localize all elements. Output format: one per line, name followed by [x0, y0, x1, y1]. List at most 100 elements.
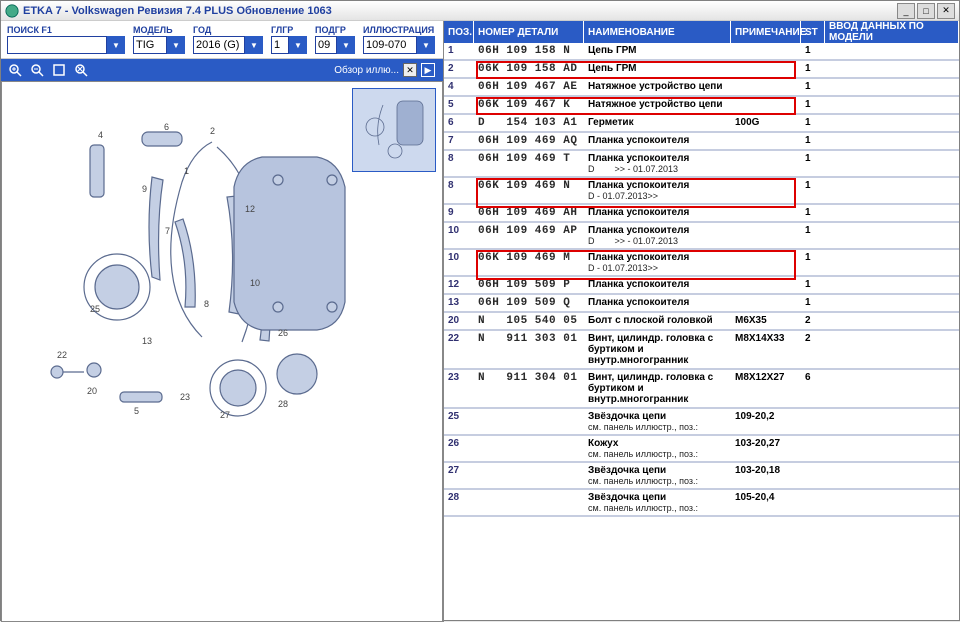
- table-row[interactable]: 28 Звёздочка цеписм. панель иллюстр., поз…: [444, 490, 959, 517]
- table-row[interactable]: 806H 109 469 TПланка успокоителяD >> - 0…: [444, 151, 959, 178]
- app-icon: [5, 4, 19, 18]
- zoom-fit-icon[interactable]: [49, 61, 69, 79]
- table-row[interactable]: 1206H 109 509 PПланка успокоителя1: [444, 277, 959, 295]
- table-row[interactable]: 206K 109 158 ADЦепь ГРМ1: [444, 61, 959, 79]
- cell-part: 06K 109 467 K: [474, 97, 584, 113]
- cell-part: N 911 304 01: [474, 370, 584, 407]
- cell-pos: 1: [444, 43, 474, 59]
- cell-st: 1: [801, 115, 825, 131]
- year-input[interactable]: [193, 36, 245, 54]
- cell-note: [731, 223, 801, 248]
- cell-part: [474, 436, 584, 461]
- search-input[interactable]: [7, 36, 107, 54]
- table-row[interactable]: 706H 109 469 AQПланка успокоителя1: [444, 133, 959, 151]
- table-row[interactable]: 1006K 109 469 MПланка успокоителяD - 01.…: [444, 250, 959, 277]
- cell-model: [825, 370, 959, 407]
- table-row[interactable]: 23N 911 304 01Винт, цилиндр. головка с б…: [444, 370, 959, 409]
- ill-label: ИЛЛЮСТРАЦИЯ: [363, 25, 435, 35]
- cell-name: Винт, цилиндр. головка с буртиком и внут…: [584, 370, 731, 407]
- cell-model: [825, 277, 959, 293]
- zoom-reset-icon[interactable]: [71, 61, 91, 79]
- cell-pos: 13: [444, 295, 474, 311]
- table-row[interactable]: 806K 109 469 NПланка успокоителяD - 01.0…: [444, 178, 959, 205]
- header-st[interactable]: ST: [801, 21, 825, 43]
- cell-model: [825, 250, 959, 275]
- diagram-view[interactable]: 26 41 97 1225 2220 523 2728 2610 813: [1, 81, 443, 622]
- year-dropdown-button[interactable]: ▼: [245, 36, 263, 54]
- minimize-button[interactable]: _: [897, 3, 915, 19]
- cell-name: Планка успокоителяD >> - 01.07.2013: [584, 151, 731, 176]
- podgr-input[interactable]: [315, 36, 337, 54]
- cell-name: Кожухсм. панель иллюстр., поз.:: [584, 436, 731, 461]
- cell-part: 06K 109 469 M: [474, 250, 584, 275]
- filter-bar: ПОИСК F1 ▼ МОДЕЛЬ ▼ ГОД ▼ ГЛГР ▼ ПОДГР ▼…: [1, 21, 443, 59]
- cell-st: 6: [801, 370, 825, 407]
- cell-name: Планка успокоителя: [584, 277, 731, 293]
- cell-pos: 8: [444, 151, 474, 176]
- table-row[interactable]: 6D 154 103 A1Герметик100G1: [444, 115, 959, 133]
- cell-name: Винт, цилиндр. головка с буртиком и внут…: [584, 331, 731, 368]
- cell-note: M6X35: [731, 313, 801, 329]
- header-note[interactable]: ПРИМЕЧАНИЕ: [731, 21, 801, 43]
- zoom-out-icon[interactable]: [27, 61, 47, 79]
- ggr-input[interactable]: [271, 36, 289, 54]
- svg-text:12: 12: [245, 204, 255, 214]
- cell-part: 06H 109 469 AQ: [474, 133, 584, 149]
- diagram-thumbnail[interactable]: [352, 88, 436, 172]
- cell-st: 1: [801, 178, 825, 203]
- maximize-button[interactable]: □: [917, 3, 935, 19]
- cell-pos: 28: [444, 490, 474, 515]
- cell-part: D 154 103 A1: [474, 115, 584, 131]
- cell-note: [731, 277, 801, 293]
- table-row[interactable]: 27Звёздочка цеписм. панель иллюстр., поз…: [444, 463, 959, 490]
- table-row[interactable]: 22N 911 303 01Винт, цилиндр. головка с б…: [444, 331, 959, 370]
- svg-text:6: 6: [164, 122, 169, 132]
- cell-st: 1: [801, 133, 825, 149]
- table-row[interactable]: 1306H 109 509 QПланка успокоителя1: [444, 295, 959, 313]
- table-row[interactable]: 25Звёздочка цеписм. панель иллюстр., поз…: [444, 409, 959, 436]
- cell-model: [825, 490, 959, 515]
- app-window: ETKA 7 - Volkswagen Ревизия 7.4 PLUS Обн…: [0, 0, 960, 621]
- zoom-in-icon[interactable]: [5, 61, 25, 79]
- cell-name: Герметик: [584, 115, 731, 131]
- svg-text:28: 28: [278, 399, 288, 409]
- ill-input[interactable]: [363, 36, 417, 54]
- search-dropdown-button[interactable]: ▼: [107, 36, 125, 54]
- cell-pos: 12: [444, 277, 474, 293]
- header-pos[interactable]: ПОЗ.: [444, 21, 474, 43]
- cell-name: Планка успокоителяD - 01.07.2013>>: [584, 178, 731, 203]
- svg-text:1: 1: [184, 166, 189, 176]
- model-input[interactable]: [133, 36, 167, 54]
- header-name[interactable]: НАИМЕНОВАНИЕ: [584, 21, 731, 43]
- cell-pos: 10: [444, 250, 474, 275]
- cell-note: [731, 295, 801, 311]
- table-row[interactable]: 906H 109 469 AHПланка успокоителя1: [444, 205, 959, 223]
- table-body[interactable]: 106H 109 158 NЦепь ГРМ1206K 109 158 ADЦе…: [444, 43, 959, 622]
- cell-st: [801, 463, 825, 488]
- overview-close-icon[interactable]: ✕: [403, 63, 417, 77]
- cell-note: 103-20,18: [731, 463, 801, 488]
- svg-text:25: 25: [90, 304, 100, 314]
- svg-text:7: 7: [165, 226, 170, 236]
- table-row[interactable]: 106H 109 158 NЦепь ГРМ1: [444, 43, 959, 61]
- table-row[interactable]: 406H 109 467 AEНатяжное устройство цепи1: [444, 79, 959, 97]
- table-row[interactable]: 26Кожухсм. панель иллюстр., поз.:103-20,…: [444, 436, 959, 463]
- overview-toggle-icon[interactable]: ▶: [421, 63, 435, 77]
- cell-pos: 25: [444, 409, 474, 434]
- cell-st: 2: [801, 313, 825, 329]
- table-row[interactable]: 20N 105 540 05Болт с плоской головкойM6X…: [444, 313, 959, 331]
- cell-note: [731, 151, 801, 176]
- cell-part: 06H 109 469 T: [474, 151, 584, 176]
- cell-name: Звёздочка цеписм. панель иллюстр., поз.:: [584, 490, 731, 515]
- header-part[interactable]: НОМЕР ДЕТАЛИ: [474, 21, 584, 43]
- cell-pos: 23: [444, 370, 474, 407]
- model-dropdown-button[interactable]: ▼: [167, 36, 185, 54]
- table-row[interactable]: 1006H 109 469 APПланка успокоителяD >> -…: [444, 223, 959, 250]
- ill-dropdown-button[interactable]: ▼: [417, 36, 435, 54]
- close-button[interactable]: ✕: [937, 3, 955, 19]
- cell-pos: 2: [444, 61, 474, 77]
- header-model[interactable]: ВВОД ДАННЫХ ПО МОДЕЛИ: [825, 21, 959, 43]
- ggr-dropdown-button[interactable]: ▼: [289, 36, 307, 54]
- podgr-dropdown-button[interactable]: ▼: [337, 36, 355, 54]
- table-row[interactable]: 506K 109 467 KНатяжное устройство цепи1: [444, 97, 959, 115]
